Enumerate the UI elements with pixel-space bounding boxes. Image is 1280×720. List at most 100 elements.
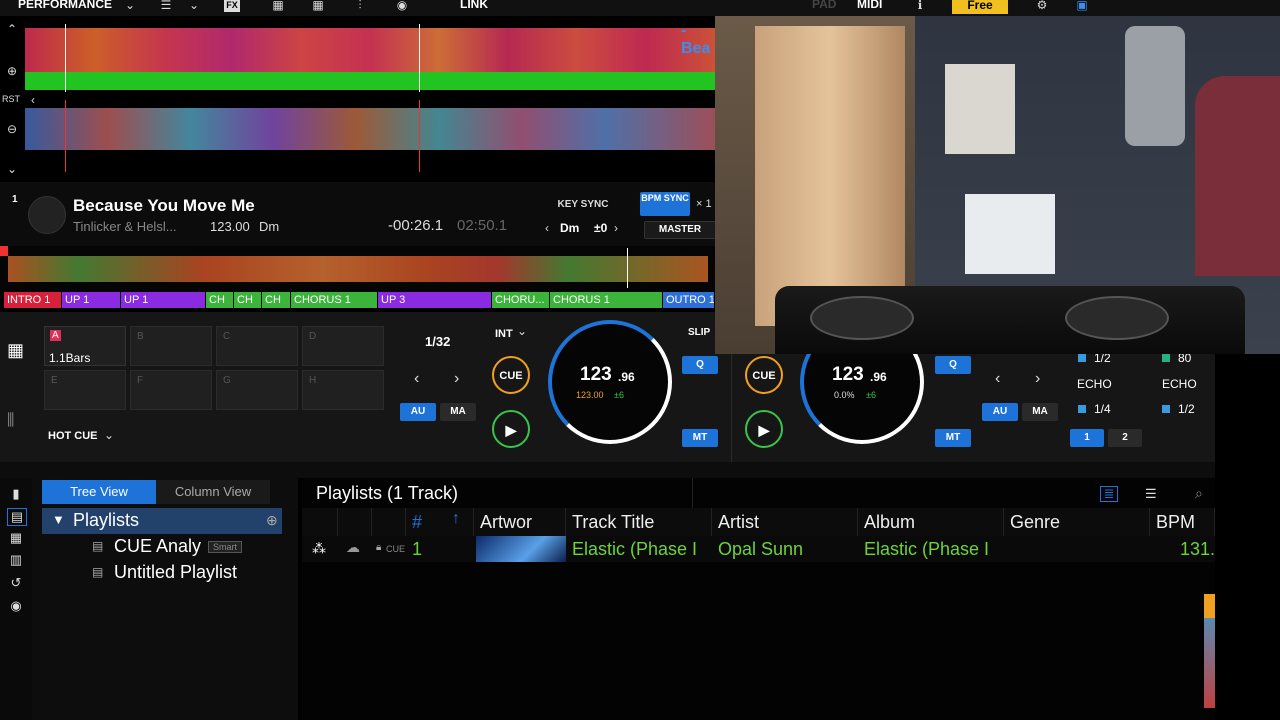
fx-icon[interactable]: FX [224,0,240,12]
play-button[interactable]: ▶ [492,410,530,448]
chevron-down-icon[interactable]: ⌄ [517,324,527,338]
layout-menu-icon[interactable]: ☰ [156,0,176,12]
waveform-toggle-icon[interactable]: ⫼ [7,412,14,430]
col-track-title[interactable]: Track Title [566,508,712,536]
hot-cue-pad-h[interactable]: H [302,370,384,410]
fx2-beat[interactable]: 1/2 [1178,402,1195,416]
reset-button[interactable]: RST [2,94,20,104]
record-icon[interactable]: ◉ [394,0,410,12]
col-preview[interactable] [302,508,338,536]
bpm-sync-button[interactable]: BPM SYNC [640,192,690,216]
phrase-segment[interactable]: CH [234,292,262,308]
key-down-icon[interactable]: ‹ [545,221,549,235]
beat-jump-forward-icon[interactable]: › [1035,370,1040,388]
phrase-segment[interactable]: CHORU... [492,292,550,308]
jog-wheel-deck1[interactable]: 123 .96 123.00 ±6 [548,320,672,444]
sampler-icon[interactable]: ▦ [270,0,286,12]
lock-icon[interactable]: 🔒︎ [376,542,381,553]
zoom-in-icon[interactable]: ⊕ [3,64,21,78]
bookmark-icon[interactable]: ▮ [7,486,25,502]
auto-button[interactable]: AU [400,403,436,421]
phrase-segment[interactable]: UP 3 [378,292,492,308]
cloud-icon[interactable]: ☁ [346,539,360,556]
zoom-out-icon[interactable]: ⊖ [3,122,21,136]
grid-icon[interactable]: ▦ [310,0,326,12]
quantize-button[interactable]: Q [935,356,971,374]
slip-button[interactable]: SLIP [688,327,710,338]
deck2-waveform[interactable] [25,108,715,150]
hot-cue-pad-g[interactable]: G [216,370,298,410]
pad-button[interactable]: PAD [812,0,836,11]
auto-button[interactable]: AU [982,403,1018,421]
playlist-item[interactable]: ▤ CUE Analy Smart [90,536,290,560]
manual-button[interactable]: MA [1022,403,1058,421]
midi-button[interactable]: MIDI [857,0,882,11]
fx-unit-2-button[interactable]: 2 [1108,429,1142,447]
tree-list-icon[interactable]: ▤ [7,508,27,526]
info-icon[interactable]: ℹ [912,0,928,12]
add-playlist-icon[interactable]: ⊕ [266,512,278,529]
beat-jump-forward-icon[interactable]: › [454,370,459,388]
cue-button[interactable]: CUE [745,356,783,394]
phrase-segment[interactable]: CH [206,292,234,308]
hot-cue-pad-c[interactable]: C [216,326,298,366]
hot-cue-pad-d[interactable]: D [302,326,384,366]
phrase-segment[interactable]: UP 1 [62,292,121,308]
phrase-segment[interactable]: CH [262,292,291,308]
record-icon[interactable]: ◉ [7,598,25,614]
playlists-root[interactable]: ▼ Playlists ⊕ [42,508,282,534]
col-lock[interactable] [372,508,406,536]
browser-divider[interactable] [0,462,1215,478]
cue-button[interactable]: CUE [492,356,530,394]
chevron-left-icon[interactable]: ‹ [24,93,42,107]
beat-jump-back-icon[interactable]: ‹ [414,370,419,388]
hot-cue-pad-e[interactable]: E [44,370,126,410]
deck1-waveform[interactable] [25,28,715,72]
search-icon[interactable]: ⌕ [1195,485,1203,502]
user-icon[interactable]: ▣ [1074,0,1090,12]
fx1-type[interactable]: ECHO [1077,377,1112,391]
mode-selector[interactable]: PERFORMANCE [18,0,112,11]
plan-badge[interactable]: Free [952,0,1008,14]
chevron-down-icon[interactable]: ⌄ [122,0,138,12]
quantize-button[interactable]: Q [682,356,718,374]
link-button[interactable]: LINK [460,0,488,11]
beat-jump-size[interactable]: 1/32 [425,334,450,349]
int-selector[interactable]: INT [495,328,513,340]
col-album[interactable]: Album [858,508,1004,536]
key-sync-button[interactable]: KEY SYNC [552,198,614,212]
phrase-segment[interactable]: UP 1 [121,292,206,308]
phrase-segment[interactable]: CHORUS 1 [291,292,378,308]
play-button[interactable]: ▶ [745,410,783,448]
phrase-segment[interactable]: CHORUS 1 [550,292,663,308]
master-tempo-button[interactable]: MT [682,429,718,447]
sort-ascending-icon[interactable]: ↑ [452,510,460,528]
col-number[interactable]: # [406,508,474,536]
master-button[interactable]: MASTER [644,221,716,239]
list-view-icon[interactable]: ≣ [1100,486,1118,502]
grid-icon[interactable]: ▦ [7,530,25,546]
col-bpm[interactable]: BPM [1150,508,1215,536]
caret-down-icon[interactable]: ▼ [52,512,65,527]
column-view-tab[interactable]: Column View [156,480,270,504]
device-icon[interactable]: ▥ [7,552,25,568]
chevron-down-icon[interactable]: ⌄ [104,428,114,442]
chevron-down-icon[interactable]: ⌄ [186,0,202,12]
mixer-icon[interactable]: ⫶ [352,0,368,12]
close-deck-button[interactable]: × 1 [696,198,712,210]
track-overview[interactable] [0,246,715,292]
history-icon[interactable]: ↺ [7,575,25,591]
fx2-type[interactable]: ECHO [1162,377,1197,391]
master-tempo-button[interactable]: MT [935,429,971,447]
fx1-beat[interactable]: 1/4 [1094,402,1111,416]
phrase-segment[interactable]: INTRO 1 [4,292,62,308]
chevron-up-icon[interactable]: ⌃ [3,22,21,36]
hot-cue-selector[interactable]: HOT CUE [48,430,98,442]
gear-icon[interactable]: ⚙ [1034,0,1050,12]
hot-cue-pad-b[interactable]: B [130,326,212,366]
tree-view-tab[interactable]: Tree View [42,480,156,504]
col-artwork[interactable]: Artwor [474,508,566,536]
chevron-down-icon[interactable]: ⌄ [3,162,21,176]
fx-unit-1-button[interactable]: 1 [1070,429,1104,447]
col-genre[interactable]: Genre [1004,508,1150,536]
